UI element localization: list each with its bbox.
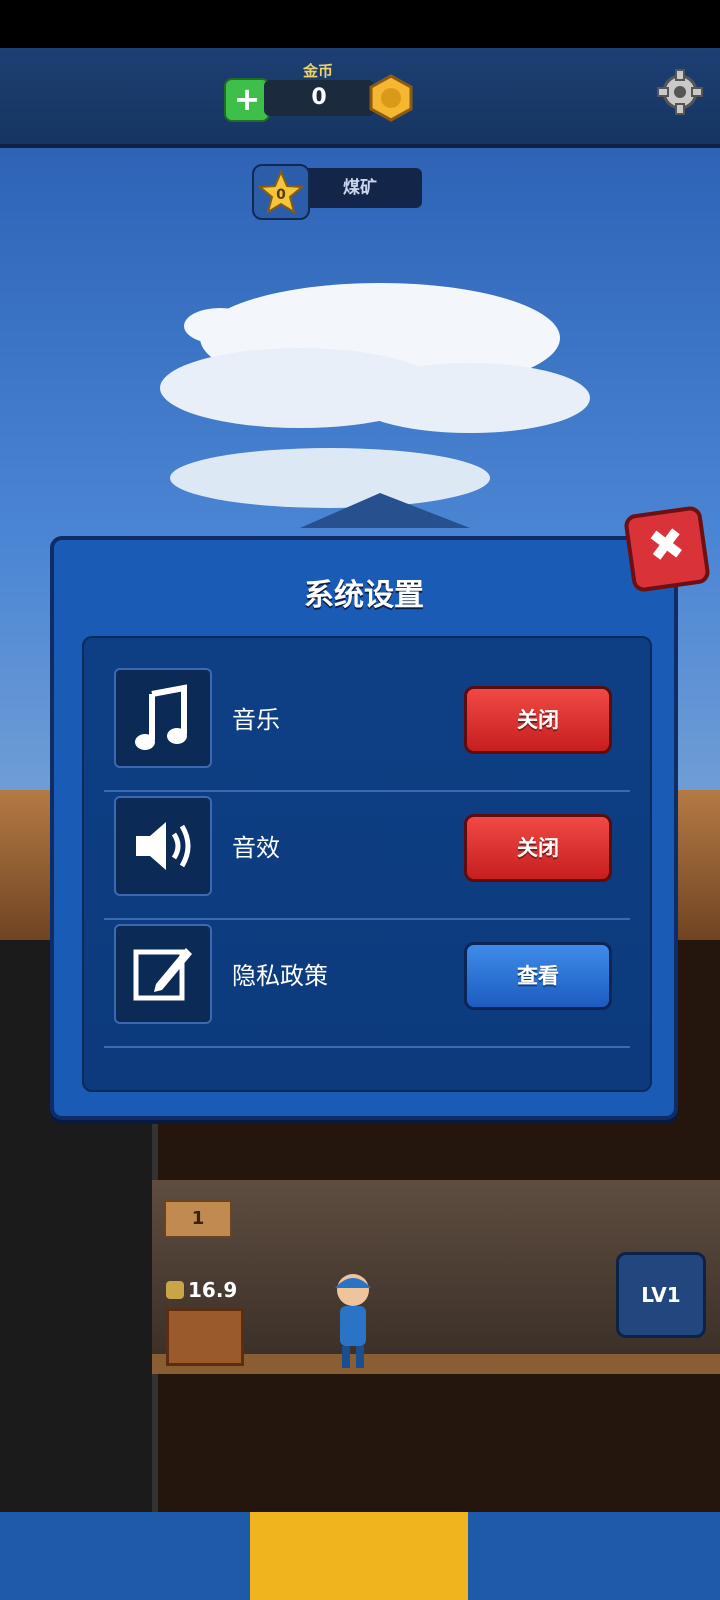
settings-dialog: 系统设置 音乐 关闭 音效 关闭 隐私政策 查看 — [50, 536, 678, 1120]
speaker-icon — [114, 796, 212, 896]
music-label: 音乐 — [232, 706, 280, 734]
music-note-icon — [114, 668, 212, 768]
settings-row-music: 音乐 关闭 — [84, 656, 650, 784]
music-toggle-button[interactable]: 关闭 — [464, 686, 612, 754]
row-divider — [104, 1046, 630, 1048]
close-dialog-button[interactable]: ✖ — [622, 504, 712, 594]
sound-toggle-button[interactable]: 关闭 — [464, 814, 612, 882]
privacy-view-button[interactable]: 查看 — [464, 942, 612, 1010]
sound-label: 音效 — [232, 834, 280, 862]
settings-list: 音乐 关闭 音效 关闭 隐私政策 查看 — [82, 636, 652, 1092]
dialog-title: 系统设置 — [304, 578, 424, 613]
settings-row-privacy: 隐私政策 查看 — [84, 912, 650, 1040]
edit-icon — [114, 924, 212, 1024]
settings-row-sound: 音效 关闭 — [84, 784, 650, 912]
privacy-label: 隐私政策 — [232, 962, 328, 990]
